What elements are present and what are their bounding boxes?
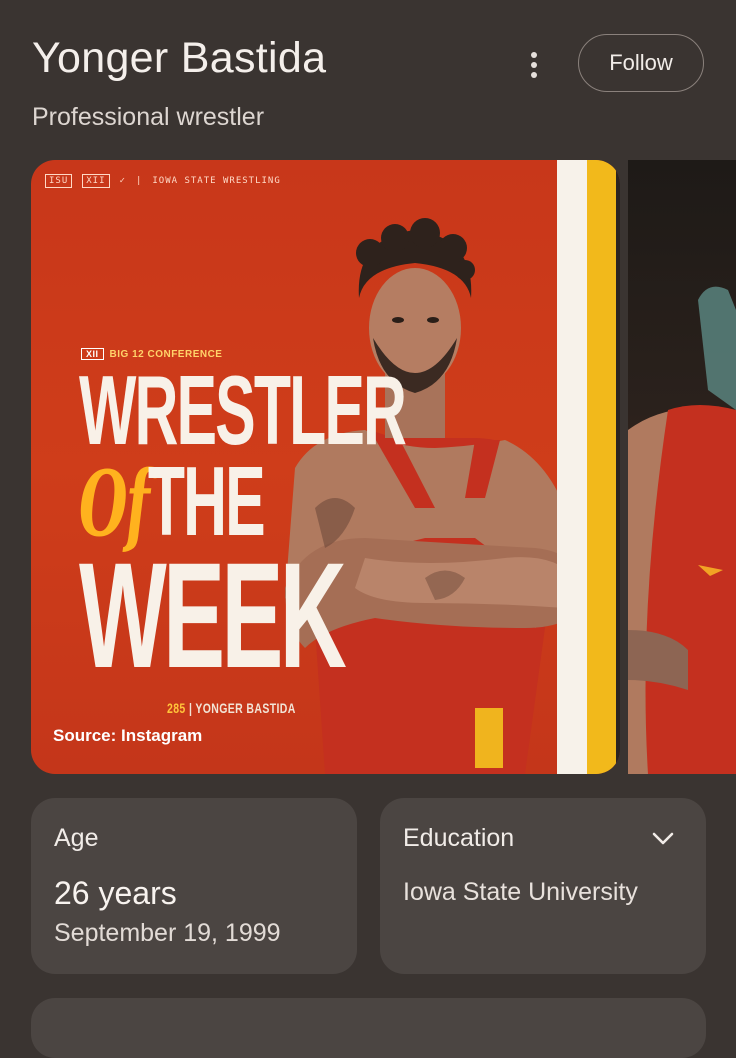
stripe-white xyxy=(557,160,587,774)
banner-text: IOWA STATE WRESTLING xyxy=(152,176,281,186)
image-carousel-main[interactable]: ISU XII ✓ | IOWA STATE WRESTLING XII BIG … xyxy=(31,160,620,774)
birth-date: September 19, 1999 xyxy=(54,919,281,947)
stripe-divider xyxy=(616,160,620,774)
wrestler-of-the-week-headline: WRESTLER OfTHE WEEK xyxy=(79,355,407,699)
sponsor-logos: ISU XII ✓ | IOWA STATE WRESTLING xyxy=(45,174,281,188)
image-source[interactable]: Source: Instagram xyxy=(53,726,202,746)
next-info-card[interactable] xyxy=(31,998,706,1058)
education-value: Iowa State University xyxy=(403,878,638,906)
chevron-down-icon[interactable] xyxy=(650,826,676,850)
age-card[interactable]: Age 26 years September 19, 1999 xyxy=(31,798,357,974)
stripe-gold xyxy=(587,160,616,774)
image-carousel-next[interactable] xyxy=(628,160,736,774)
education-card[interactable]: Education Iowa State University xyxy=(380,798,706,974)
more-options-icon[interactable] xyxy=(518,48,550,82)
wrestler-photo-2 xyxy=(628,286,736,774)
entity-subtitle: Professional wrestler xyxy=(32,103,265,131)
age-label: Age xyxy=(54,824,99,852)
image-caption: 285 | YONGER BASTIDA xyxy=(167,700,296,716)
age-value: 26 years xyxy=(54,875,177,911)
entity-title: Yonger Bastida xyxy=(32,34,327,82)
follow-button[interactable]: Follow xyxy=(578,34,704,92)
education-label: Education xyxy=(403,824,515,852)
